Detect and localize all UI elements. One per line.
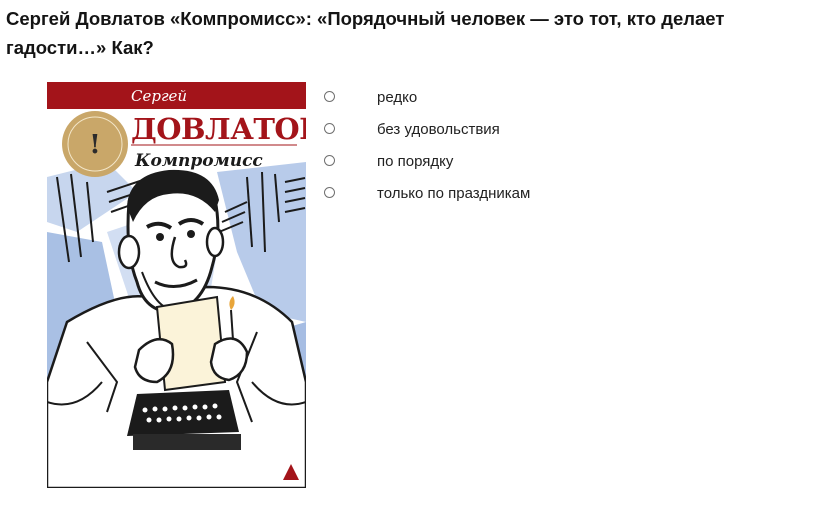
cover-author-first-name: Сергей [131, 87, 187, 105]
cover-typewriter-icon [127, 390, 241, 450]
cover-seal-icon: ! [62, 111, 128, 177]
radio-button[interactable] [324, 187, 335, 198]
option-label: редко [377, 89, 418, 106]
radio-button[interactable] [324, 91, 335, 102]
book-cover-image: Сергей ДОВЛАТОВ Компромисс ! [47, 82, 306, 488]
option-rarely[interactable]: редко [322, 88, 802, 120]
option-without-pleasure[interactable]: без удовольствия [322, 120, 802, 152]
radio-button[interactable] [324, 123, 335, 134]
answer-options: редко без удовольствия по порядку только… [322, 88, 802, 216]
radio-button[interactable] [324, 155, 335, 166]
option-label: без удовольствия [377, 121, 500, 138]
option-label: только по праздникам [377, 185, 531, 202]
option-in-order[interactable]: по порядку [322, 152, 802, 184]
question-line-2: гадости…» Как? [6, 37, 154, 58]
option-only-on-holidays[interactable]: только по праздникам [322, 184, 802, 216]
cover-title: Компромисс [134, 151, 263, 171]
question-text: Сергей Довлатов «Компромисс»: «Порядочны… [6, 4, 806, 62]
question-line-1: Сергей Довлатов «Компромисс»: «Порядочны… [6, 8, 725, 29]
cover-author-last-name: ДОВЛАТОВ [131, 112, 306, 146]
svg-text:!: ! [89, 130, 100, 160]
option-label: по порядку [377, 153, 454, 170]
